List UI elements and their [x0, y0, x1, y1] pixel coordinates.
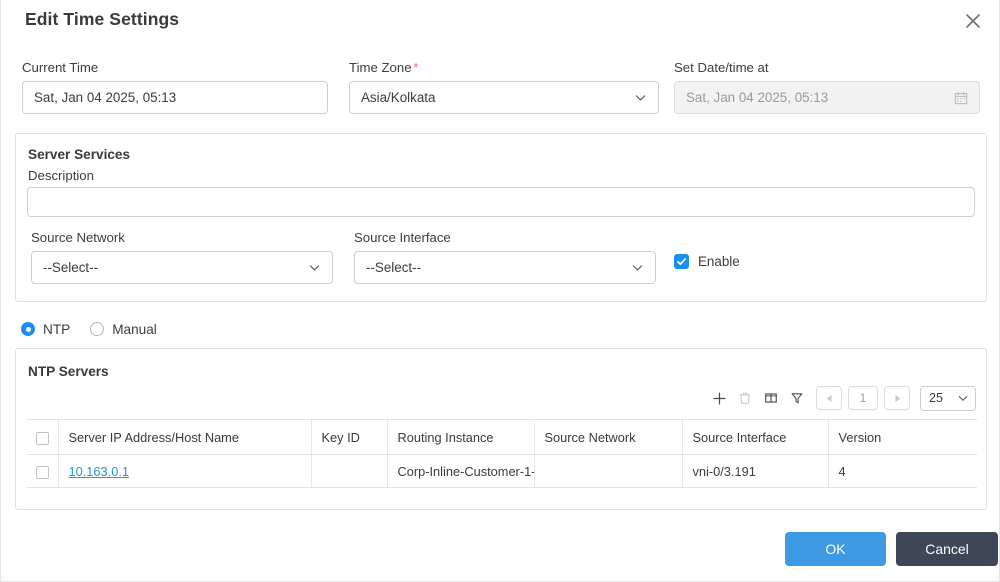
prev-page-button[interactable]: [816, 386, 842, 410]
cell-source-interface: vni-0/3.191: [682, 454, 829, 488]
cancel-button[interactable]: Cancel: [896, 532, 998, 566]
source-interface-value: --Select--: [366, 260, 422, 275]
server-services-title: Server Services: [28, 147, 131, 162]
col-server-ip[interactable]: Server IP Address/Host Name: [58, 419, 312, 455]
col-routing-instance[interactable]: Routing Instance: [387, 419, 535, 455]
caret-right-icon: [894, 394, 900, 402]
calendar-icon: [954, 91, 968, 104]
set-datetime-input[interactable]: Sat, Jan 04 2025, 05:13: [674, 81, 980, 114]
current-time-input[interactable]: Sat, Jan 04 2025, 05:13: [22, 81, 328, 114]
check-icon: [677, 258, 686, 265]
radio-manual-indicator[interactable]: [90, 322, 105, 336]
table-row[interactable]: 10.163.0.1 Corp-Inline-Customer-1-... vn…: [27, 454, 977, 488]
filter-icon[interactable]: [784, 386, 810, 410]
time-fields-row: Current Time Sat, Jan 04 2025, 05:13 Tim…: [1, 60, 999, 115]
source-interface-select[interactable]: --Select--: [354, 251, 656, 284]
columns-icon[interactable]: [758, 386, 784, 410]
chevron-down-icon: [958, 395, 968, 401]
caret-left-icon: [826, 394, 832, 402]
required-marker: *: [413, 60, 419, 75]
row-checkbox[interactable]: [35, 465, 49, 479]
plus-icon[interactable]: [706, 386, 732, 410]
current-time-label: Current Time: [22, 60, 99, 75]
time-zone-select[interactable]: Asia/Kolkata: [349, 81, 659, 114]
ntp-servers-table: Server IP Address/Host Name Key ID Routi…: [27, 419, 977, 488]
cell-version: 4: [828, 454, 977, 488]
radio-ntp[interactable]: NTP: [21, 322, 70, 337]
description-label: Description: [28, 168, 94, 183]
server-services-panel: Server Services Description Source Netwo…: [15, 133, 987, 302]
edit-time-settings-dialog: Edit Time Settings Current Time Sat, Jan…: [0, 0, 1000, 582]
source-network-field: Source Network --Select--: [31, 230, 333, 284]
set-datetime-value: Sat, Jan 04 2025, 05:13: [686, 90, 829, 105]
radio-manual-label: Manual: [112, 321, 157, 337]
description-input[interactable]: [27, 187, 975, 217]
col-version[interactable]: Version: [828, 419, 977, 455]
trash-icon[interactable]: [732, 386, 758, 410]
next-page-button[interactable]: [884, 386, 910, 410]
cell-routing-instance: Corp-Inline-Customer-1-...: [387, 454, 535, 488]
set-datetime-field: Set Date/time at Sat, Jan 04 2025, 05:13: [674, 60, 980, 114]
source-interface-label: Source Interface: [354, 230, 451, 245]
time-zone-label: Time Zone *: [349, 60, 419, 75]
chevron-down-icon: [632, 265, 643, 271]
page-size-select[interactable]: 25: [920, 385, 976, 411]
enable-checkbox-row[interactable]: Enable: [674, 254, 740, 269]
time-zone-value: Asia/Kolkata: [361, 90, 436, 105]
col-source-network[interactable]: Source Network: [534, 419, 683, 455]
table-header-row: Server IP Address/Host Name Key ID Routi…: [27, 419, 977, 455]
source-interface-field: Source Interface --Select--: [354, 230, 656, 284]
chevron-down-icon: [309, 265, 320, 271]
current-time-field: Current Time Sat, Jan 04 2025, 05:13: [22, 60, 328, 114]
source-network-value: --Select--: [43, 260, 99, 275]
set-datetime-label: Set Date/time at: [674, 60, 769, 75]
cell-source-network: [534, 454, 683, 488]
col-source-interface[interactable]: Source Interface: [682, 419, 829, 455]
col-key-id[interactable]: Key ID: [311, 419, 388, 455]
description-input-box[interactable]: [27, 187, 975, 217]
close-icon[interactable]: [959, 7, 987, 35]
chevron-down-icon: [635, 95, 646, 101]
radio-manual[interactable]: Manual: [90, 322, 157, 337]
radio-ntp-label: NTP: [43, 321, 71, 337]
source-network-select[interactable]: --Select--: [31, 251, 333, 284]
cell-server-ip: 10.163.0.1: [58, 454, 312, 488]
cell-key-id: [311, 454, 388, 488]
time-source-radio-group: NTP Manual: [21, 318, 177, 340]
current-time-value: Sat, Jan 04 2025, 05:13: [34, 90, 177, 105]
ok-button[interactable]: OK: [785, 532, 886, 566]
enable-label: Enable: [698, 254, 740, 269]
radio-ntp-indicator[interactable]: [21, 322, 35, 336]
dialog-header: Edit Time Settings: [1, 0, 999, 43]
page-number[interactable]: 1: [848, 386, 878, 410]
ntp-servers-title: NTP Servers: [28, 364, 109, 379]
time-zone-field: Time Zone * Asia/Kolkata: [349, 60, 659, 114]
row-select-cell[interactable]: [27, 454, 59, 488]
server-ip-link[interactable]: 10.163.0.1: [69, 464, 130, 479]
select-all-cell[interactable]: [27, 419, 59, 455]
grid-toolbar: 1 25: [706, 385, 976, 411]
dialog-footer: OK Cancel: [1, 519, 999, 581]
ntp-servers-panel: NTP Servers 1 25 Server IP Address/Host …: [15, 348, 987, 510]
enable-checkbox[interactable]: [674, 254, 689, 269]
page-size-value: 25: [929, 391, 943, 405]
source-network-label: Source Network: [31, 230, 125, 245]
select-all-checkbox[interactable]: [35, 431, 49, 445]
dialog-title: Edit Time Settings: [25, 9, 180, 29]
